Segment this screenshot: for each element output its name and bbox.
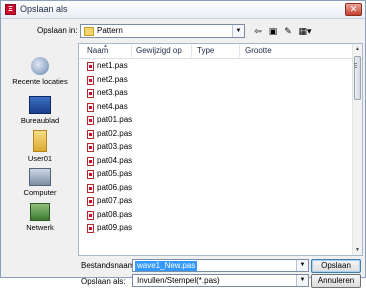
- pas-file-icon: [87, 210, 94, 220]
- file-name: pat08.pas: [97, 209, 133, 219]
- place-label: User01: [27, 154, 53, 163]
- desktop-icon: [29, 96, 51, 114]
- file-name: pat05.pas: [97, 169, 133, 178]
- pas-file-icon: [87, 129, 94, 139]
- file-name: net3.pas: [97, 88, 128, 97]
- pas-file-icon: [87, 170, 94, 179]
- place-computer[interactable]: Computer: [4, 168, 76, 197]
- place-label: Computer: [23, 188, 57, 197]
- pas-file-icon: [87, 224, 94, 233]
- pas-file-icon: [87, 143, 94, 152]
- file-name: pat04.pas: [97, 155, 133, 165]
- file-name: pat07.pas: [97, 196, 133, 205]
- file-name: pat06.pas: [97, 182, 133, 192]
- save-as-dialog: Ξ Opslaan als ✕ Opslaan in: Pattern ▼ ⇦ …: [0, 0, 366, 288]
- chevron-down-icon[interactable]: ▼: [296, 260, 308, 271]
- column-header: Naam ▲ Gewijzigd op Type Grootte: [79, 44, 355, 59]
- file-name: pat03.pas: [97, 142, 133, 151]
- filetype-label: Opslaan als:: [81, 277, 126, 286]
- sort-ascending-icon: ▲: [103, 43, 108, 49]
- cancel-button[interactable]: Annuleren: [311, 274, 361, 288]
- column-divider[interactable]: [239, 45, 240, 57]
- place-label: Recente locaties: [12, 77, 68, 86]
- up-folder-icon[interactable]: ▣: [266, 25, 280, 38]
- computer-icon: [29, 168, 51, 186]
- filename-field[interactable]: wave1_New.pas ▼: [132, 259, 309, 272]
- filename-label: Bestandsnaam:: [81, 261, 137, 270]
- place-recent[interactable]: Recente locaties: [4, 57, 76, 86]
- file-list[interactable]: Naam ▲ Gewijzigd op Type Grootte net1.pa…: [78, 43, 363, 256]
- place-desktop[interactable]: Bureaublad: [4, 96, 76, 125]
- file-name: net1.pas: [97, 61, 128, 70]
- pas-file-icon: [87, 89, 94, 98]
- scroll-up-icon[interactable]: ▲: [353, 44, 362, 54]
- pas-file-icon: [87, 62, 94, 71]
- back-arrow-icon[interactable]: ⇦: [251, 25, 265, 38]
- save-button[interactable]: Opslaan: [311, 259, 361, 273]
- pas-file-icon: [87, 183, 94, 193]
- look-in-dropdown[interactable]: Pattern ▼: [80, 24, 245, 38]
- new-folder-icon[interactable]: ✎: [281, 25, 295, 38]
- column-type[interactable]: Type: [197, 46, 214, 55]
- pas-file-icon: [87, 197, 94, 206]
- close-button[interactable]: ✕: [345, 3, 362, 16]
- title-bar[interactable]: Ξ Opslaan als ✕: [1, 1, 365, 19]
- column-modified[interactable]: Gewijzigd op: [136, 46, 182, 55]
- place-label: Bureaublad: [20, 116, 60, 125]
- filetype-dropdown[interactable]: Invullen/Stempel(*.pas) ▼: [132, 274, 309, 287]
- user-folder-icon: [33, 130, 47, 152]
- file-name: pat01.pas: [97, 115, 133, 124]
- place-network[interactable]: Netwerk: [4, 203, 76, 232]
- look-in-label: Opslaan in:: [37, 26, 78, 35]
- file-name: net2.pas: [97, 74, 128, 84]
- column-divider[interactable]: [131, 45, 132, 57]
- column-size[interactable]: Grootte: [245, 46, 272, 55]
- app-icon: Ξ: [5, 4, 16, 15]
- column-divider[interactable]: [191, 45, 192, 57]
- pas-file-icon: [87, 102, 94, 112]
- recent-places-icon: [31, 57, 49, 75]
- place-label: Netwerk: [26, 223, 54, 232]
- pas-file-icon: [87, 156, 94, 166]
- scroll-down-icon[interactable]: ▼: [353, 245, 362, 255]
- place-user[interactable]: User01: [4, 130, 76, 163]
- file-name: pat02.pas: [97, 128, 133, 138]
- file-name: net4.pas: [97, 101, 128, 111]
- file-name: pat09.pas: [97, 223, 133, 232]
- pas-file-icon: [87, 75, 94, 85]
- chevron-down-icon[interactable]: ▼: [296, 275, 308, 286]
- filetype-value: Invullen/Stempel(*.pas): [137, 276, 220, 285]
- network-icon: [30, 203, 50, 221]
- view-menu-icon[interactable]: ▦▾: [296, 25, 314, 38]
- vertical-scrollbar[interactable]: ▲ ▼: [352, 44, 362, 255]
- places-bar: Recente locaties Bureaublad User01 Compu…: [4, 43, 76, 265]
- folder-icon: [84, 27, 94, 36]
- grip-icon: [354, 63, 357, 64]
- window-title: Opslaan als: [20, 4, 68, 14]
- filename-value[interactable]: wave1_New.pas: [135, 261, 198, 271]
- chevron-down-icon[interactable]: ▼: [232, 25, 244, 37]
- look-in-value: Pattern: [97, 26, 123, 35]
- pas-file-icon: [87, 116, 94, 125]
